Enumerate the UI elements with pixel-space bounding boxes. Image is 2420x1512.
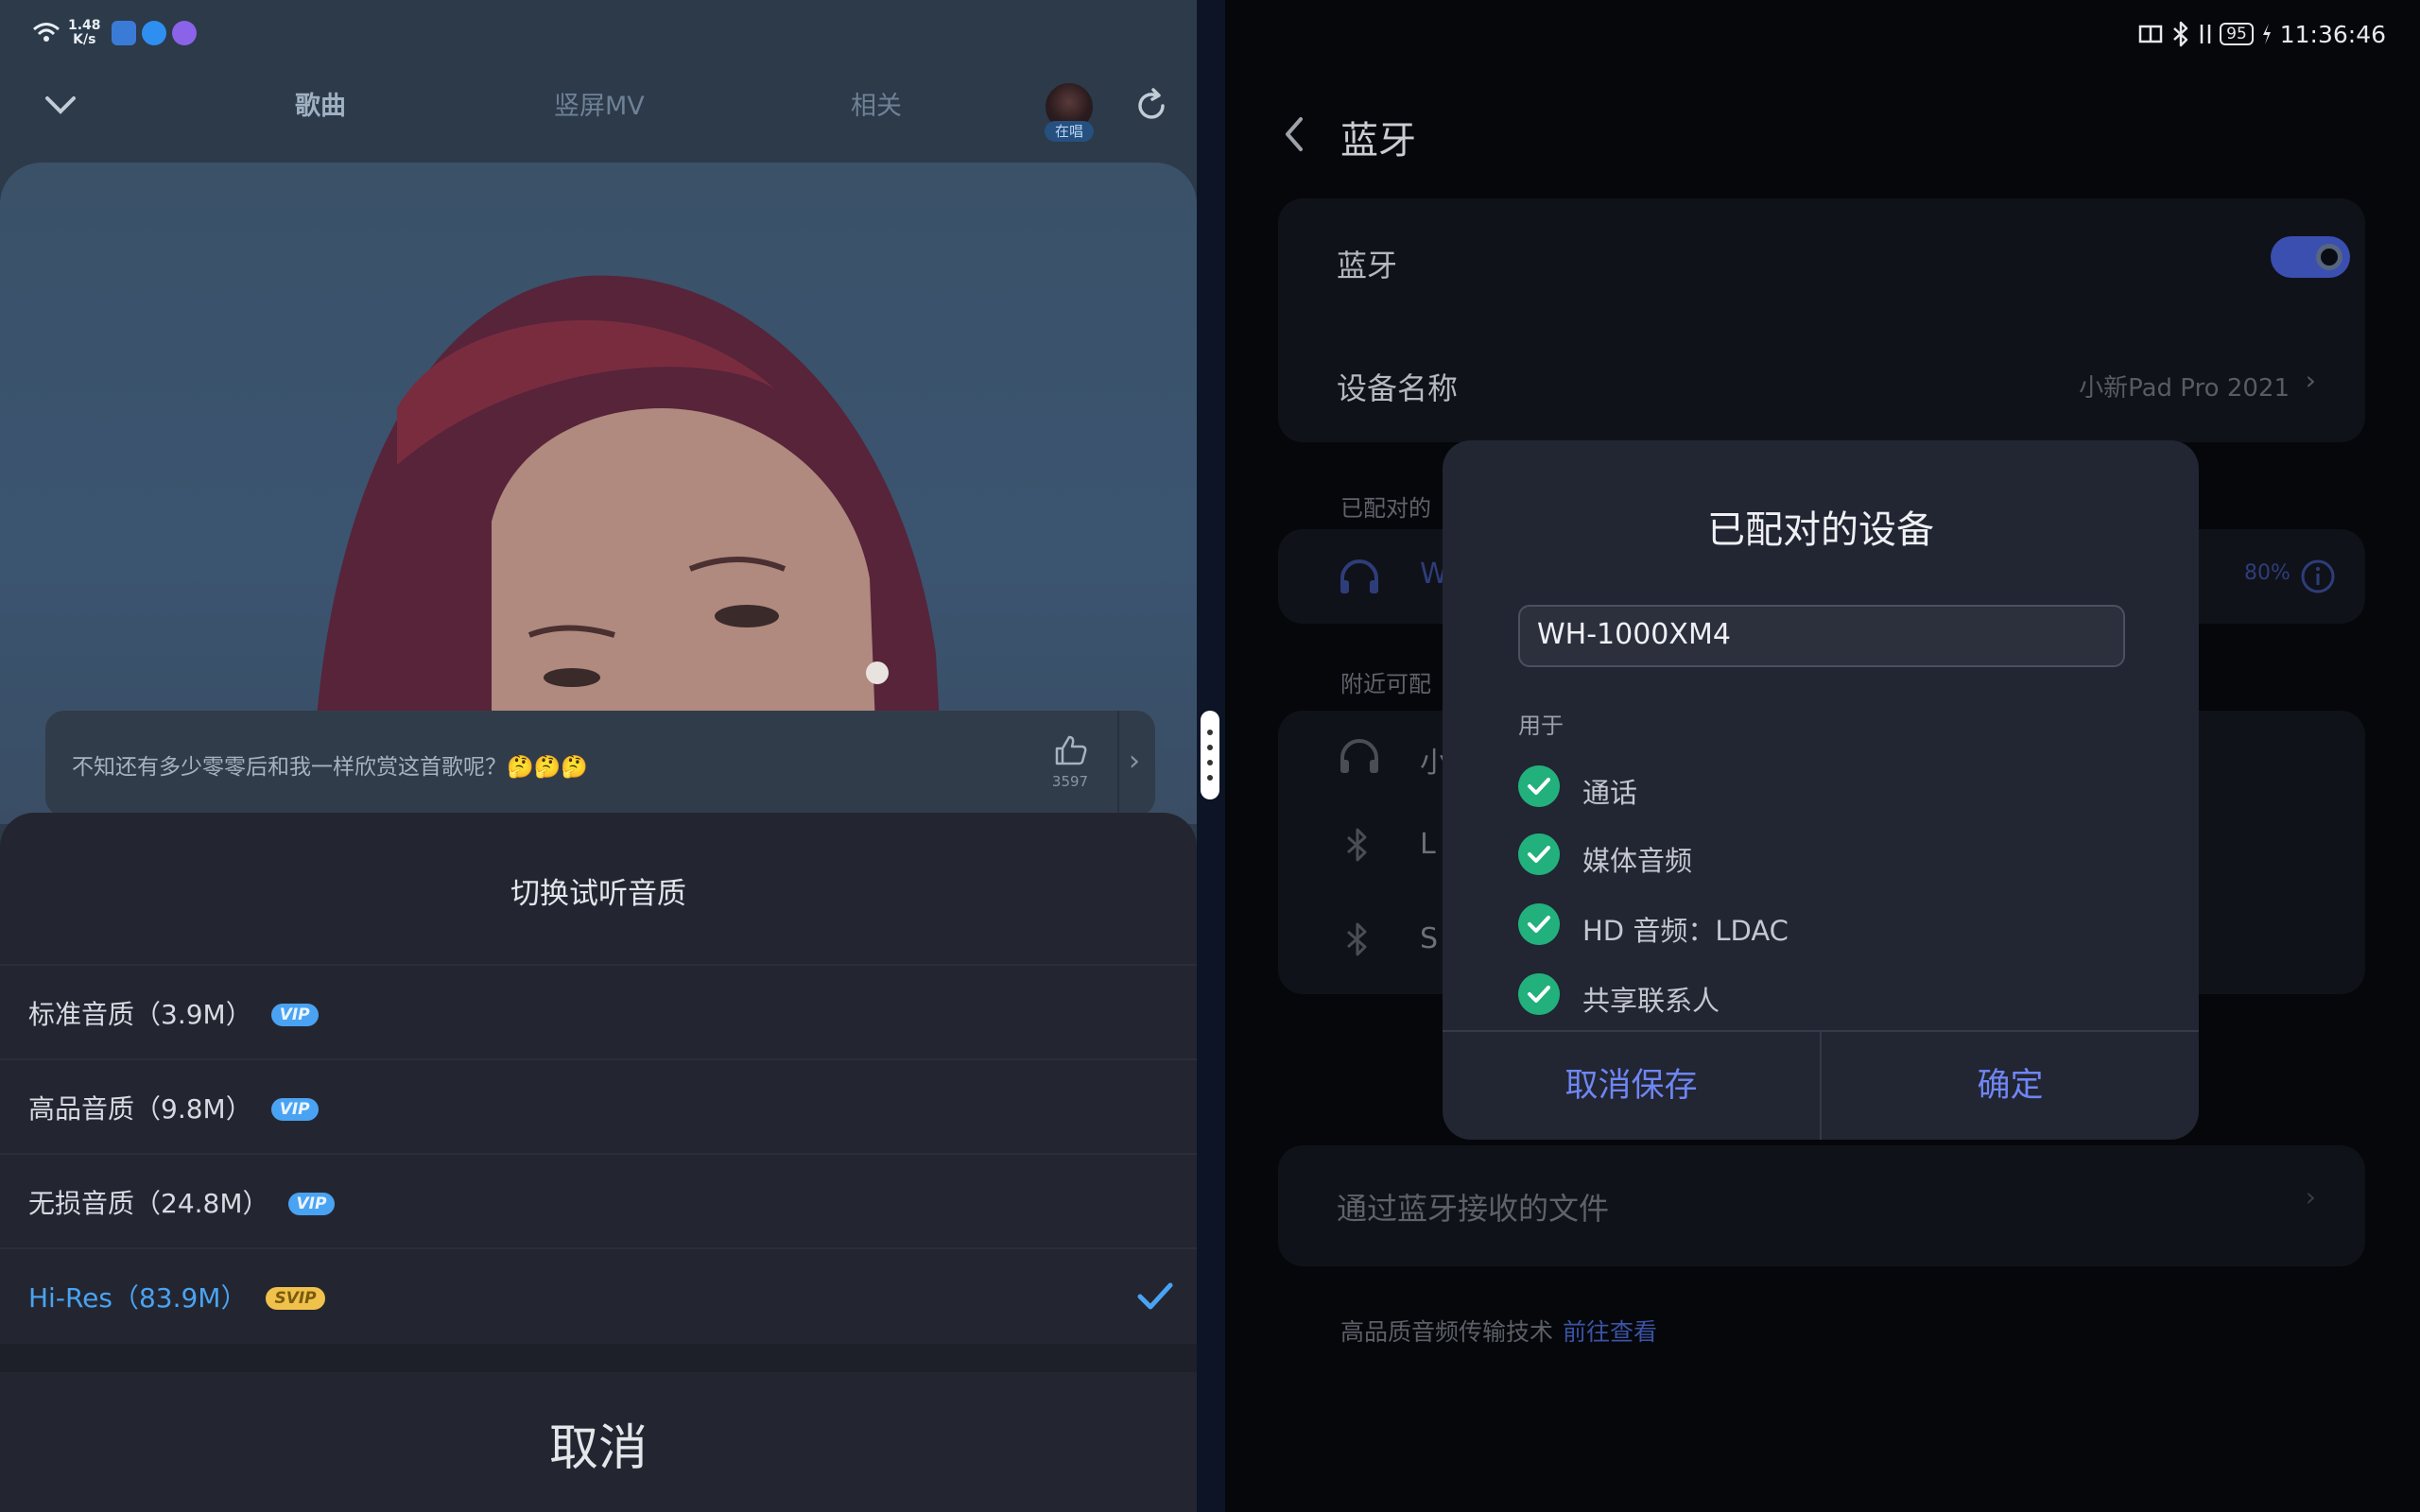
share-app-icon	[172, 21, 197, 45]
info-icon[interactable]	[2299, 558, 2337, 595]
footer-link[interactable]: 前往查看	[1563, 1318, 1657, 1346]
vibrate-icon	[2200, 25, 2211, 43]
handle-dot	[1207, 775, 1213, 781]
unpair-button[interactable]: 取消保存	[1443, 1032, 1820, 1140]
cancel-button[interactable]: 取消	[0, 1372, 1197, 1512]
split-screen-handle[interactable]	[1201, 711, 1219, 799]
profile-media-audio[interactable]: 媒体音频	[1518, 833, 2123, 883]
check-circle-icon	[1518, 833, 1560, 875]
check-circle-icon	[1518, 973, 1560, 1015]
comment-text: 不知还有多少零零后和我一样欣赏这首歌呢？🤔🤔🤔	[72, 755, 588, 780]
network-speed: 1.48 K/s	[68, 18, 101, 47]
tab-vertical-mv[interactable]: 竖屏MV	[554, 85, 645, 122]
headphones-icon	[1340, 559, 1378, 593]
profile-label: HD 音频：LDAC	[1582, 915, 1789, 947]
tab-related[interactable]: 相关	[851, 85, 902, 122]
profile-share-contacts[interactable]: 共享联系人	[1518, 973, 2123, 1022]
profile-label: 媒体音频	[1582, 845, 1693, 877]
profile-hd-audio[interactable]: HD 音频：LDAC	[1518, 903, 2123, 953]
hot-comment[interactable]: 不知还有多少零零后和我一样欣赏这首歌呢？🤔🤔🤔 3597 ›	[45, 711, 1155, 816]
nearby-device-name[interactable]: S	[1420, 922, 1438, 955]
clock-time: 11:36:46	[2279, 20, 2386, 48]
right-status-bar: 95 11:36:46	[2138, 19, 2386, 48]
dialog-title: 已配对的设备	[1707, 508, 1934, 552]
nfc-icon	[2139, 25, 2163, 43]
option-label: 高品音质（9.8M）	[28, 1093, 252, 1125]
footer-text: 高品质音频传输技术	[1340, 1318, 1554, 1346]
paired-devices-section: 已配对的	[1340, 495, 1431, 522]
handle-dot	[1207, 760, 1213, 765]
paired-device-dialog: 已配对的设备 WH-1000XM4 用于 通话 媒体音频 HD 音频：LDAC …	[1443, 440, 2199, 1140]
music-app-pane: 1.48 K/s 歌曲 竖屏MV 相关 在唱 不知还有多少零零后和我一样欣赏这首…	[0, 0, 1197, 1512]
battery-level: 95	[2220, 23, 2254, 45]
chevron-right-icon[interactable]: ›	[1129, 745, 1140, 778]
back-arrow-icon[interactable]	[1280, 113, 1308, 155]
handle-dot	[1207, 745, 1213, 750]
device-name-label: 设备名称	[1337, 370, 1459, 406]
photos-app-icon	[112, 21, 136, 45]
charging-icon	[2262, 24, 2271, 44]
chevron-right-icon: ›	[2305, 365, 2316, 396]
bluetooth-icon	[1347, 922, 1367, 956]
refresh-icon[interactable]	[1132, 87, 1170, 125]
notes-app-icon	[142, 21, 166, 45]
page-title: 蓝牙	[1340, 119, 1416, 163]
sheet-gap	[0, 1344, 1197, 1372]
player-top-nav: 歌曲 竖屏MV 相关 在唱	[0, 76, 1197, 142]
like-count: 3597	[1051, 773, 1089, 790]
check-circle-icon	[1518, 903, 1560, 945]
chevron-right-icon: ›	[2305, 1181, 2316, 1212]
profile-call[interactable]: 通话	[1518, 765, 2123, 815]
option-label: 无损音质（24.8M）	[28, 1188, 269, 1219]
received-files-card[interactable]: 通过蓝牙接收的文件 ›	[1278, 1145, 2365, 1266]
nearby-devices-section: 附近可配	[1340, 671, 1431, 697]
confirm-button[interactable]: 确定	[1822, 1032, 2199, 1140]
chevron-down-icon[interactable]	[43, 91, 78, 117]
checkmark-icon	[1137, 1282, 1173, 1310]
option-label: 标准音质（3.9M）	[28, 999, 252, 1030]
quality-option-hires[interactable]: Hi-Res（83.9M） SVIP	[0, 1249, 1197, 1344]
quality-option-high[interactable]: 高品音质（9.8M） VIP	[0, 1060, 1197, 1155]
wifi-icon	[33, 23, 60, 42]
bluetooth-icon	[2173, 21, 2188, 47]
headphones-icon	[1340, 739, 1378, 773]
comment-divider	[1117, 711, 1119, 816]
quality-option-lossless[interactable]: 无损音质（24.8M） VIP	[0, 1155, 1197, 1249]
quality-option-standard[interactable]: 标准音质（3.9M） VIP	[0, 966, 1197, 1060]
nearby-device-name[interactable]: L	[1420, 828, 1436, 861]
bluetooth-icon	[1347, 828, 1367, 862]
bluetooth-main-card: 蓝牙 设备名称 小新Pad Pro 2021 ›	[1278, 198, 2365, 442]
vip-badge: VIP	[270, 1004, 319, 1026]
check-circle-icon	[1518, 765, 1560, 807]
vip-badge: VIP	[287, 1193, 336, 1215]
thumbs-up-icon[interactable]	[1051, 733, 1089, 767]
option-label: Hi-Res（83.9M）	[28, 1282, 248, 1314]
paired-device-battery: 80%	[2244, 561, 2290, 585]
profile-label: 共享联系人	[1582, 985, 1720, 1017]
vip-badge: VIP	[270, 1098, 319, 1121]
svip-badge: SVIP	[266, 1287, 325, 1310]
bluetooth-toggle[interactable]	[2271, 236, 2350, 278]
footer-note: 高品质音频传输技术 前往查看	[1340, 1314, 1657, 1348]
received-files-label: 通过蓝牙接收的文件	[1337, 1191, 1610, 1227]
singing-badge: 在唱	[1045, 121, 1094, 142]
used-for-label: 用于	[1518, 713, 1564, 739]
device-name-input[interactable]: WH-1000XM4	[1518, 605, 2125, 667]
bluetooth-toggle-label: 蓝牙	[1337, 248, 1398, 284]
profile-label: 通话	[1582, 777, 1638, 809]
sheet-title: 切换试听音质	[510, 877, 686, 911]
handle-dot	[1207, 730, 1213, 735]
toggle-knob	[2316, 244, 2342, 270]
cancel-label: 取消	[548, 1420, 648, 1477]
device-name-value[interactable]: 小新Pad Pro 2021	[2079, 369, 2290, 404]
left-status-bar: 1.48 K/s	[0, 0, 1197, 68]
tab-songs[interactable]: 歌曲	[295, 85, 346, 122]
